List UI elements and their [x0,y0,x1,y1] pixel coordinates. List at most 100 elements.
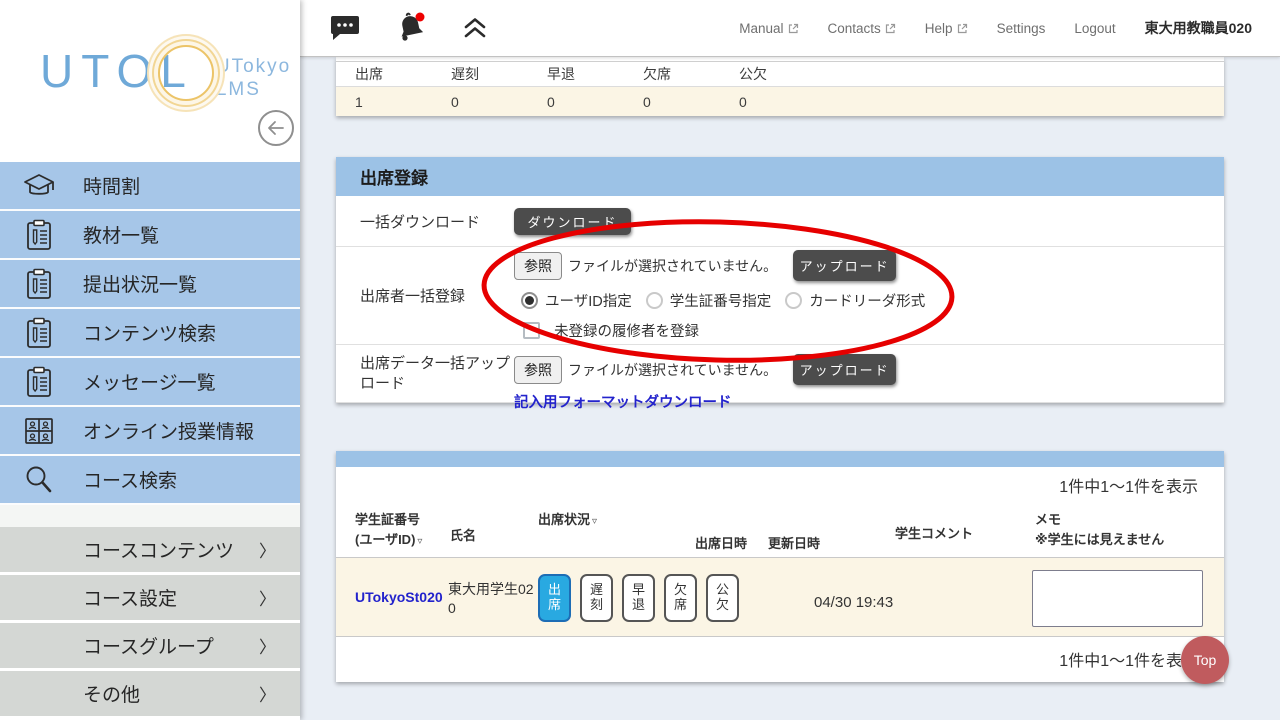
summary-value-row: 1 0 0 0 0 [336,87,1224,116]
manual-link[interactable]: Manual [739,21,798,36]
clipboard-icon [21,268,57,300]
sidebar-item-timetable[interactable]: 時間割 [0,162,300,211]
memo-textarea[interactable] [1032,570,1203,627]
bell-icon [401,12,425,41]
data-bulk-upload-label: 出席データ一括アップロード [360,355,511,393]
sidebar: UTOL UTokyo LMS 時間割 教材一覧 提出状況一覧 コンテンツ検索 … [0,0,300,720]
radio-user-id[interactable] [521,292,538,309]
bulk-download-row: 一括ダウンロード ダウンロード [336,196,1224,247]
summary-value: 0 [451,93,459,110]
table-header-strip [336,451,1224,467]
sidebar-item-others[interactable]: その他 〉 [0,671,300,719]
student-id-link[interactable]: UTokyoSt020 [355,589,443,605]
logout-link[interactable]: Logout [1074,21,1115,36]
column-header-name: 氏名 [450,528,477,543]
status-button-absent[interactable]: 欠席 [664,574,697,622]
column-header-attend-time: 出席日時 [695,536,748,551]
column-header-student-id[interactable]: 学生証番号 (ユーザID) ▿ [355,510,422,550]
main-content: 出席 遅刻 早退 欠席 公欠 1 0 0 0 0 出席登録 一括ダウンロード ダ… [300,57,1280,720]
attendance-summary-table: 出席 遅刻 早退 欠席 公欠 1 0 0 0 0 [336,57,1224,116]
scroll-to-top-button[interactable]: Top [1181,636,1229,684]
double-chevron-up-icon [464,18,486,38]
utol-logo: UTOL [40,45,214,101]
attendance-register-card: 出席登録 一括ダウンロード ダウンロード 出席者一括登録 参照 ファイルが選択さ… [336,157,1224,411]
sidebar-item-course-settings[interactable]: コース設定 〉 [0,575,300,623]
topbar: Manual Contacts Help Settings Logout 東大用… [300,0,1280,57]
summary-header: 遅刻 [451,66,479,82]
clipboard-icon [21,317,57,349]
column-header-student-comment: 学生コメント [895,526,974,541]
status-button-early-leave[interactable]: 早退 [622,574,655,622]
section-title: 出席登録 [360,169,428,188]
clipboard-icon [21,366,57,398]
sidebar-item-course-search[interactable]: コース検索 [0,456,300,505]
logo-rings-decoration [158,45,214,101]
register-unregistered-checkbox[interactable] [523,322,540,339]
sidebar-item-online-class-info[interactable]: オンライン授業情報 [0,407,300,456]
section-header: 出席登録 [336,157,1224,196]
upload-button[interactable]: アップロード [793,354,897,385]
no-file-selected-text: ファイルが選択されていません。 [568,361,778,378]
summary-header: 早退 [547,66,575,82]
student-row: UTokyoSt020 東大用学生020 出席 遅刻 早退 欠席 公欠 04/3… [336,558,1224,637]
settings-link[interactable]: Settings [997,21,1046,36]
status-button-excused[interactable]: 公欠 [706,574,739,622]
summary-value: 0 [739,93,747,110]
radio-card-reader-format[interactable] [785,292,803,309]
column-header-memo: メモ ※学生には見えません [1035,512,1165,548]
students-table-card: 1件中1〜1件を表示 学生証番号 (ユーザID) ▿ 氏名 出席状況 ▿ 出席日時 … [336,451,1224,682]
chat-button[interactable] [330,14,360,42]
external-link-icon [885,23,895,33]
browse-file-button[interactable]: 参照 [514,251,562,280]
search-icon [21,464,57,496]
clipboard-icon [21,219,57,251]
summary-value: 0 [547,93,555,110]
arrow-left-icon [268,121,284,135]
help-link[interactable]: Help [925,21,968,36]
sidebar-item-course-group[interactable]: コースグループ 〉 [0,623,300,671]
sidebar-divider [0,505,300,527]
attendee-bulk-register-label: 出席者一括登録 [360,288,466,305]
notifications-button[interactable] [394,11,428,45]
chevron-right-icon: 〉 [259,590,276,609]
bulk-download-label: 一括ダウンロード [360,213,481,231]
status-button-present[interactable]: 出席 [538,574,571,622]
result-count-bottom: 1件中1〜1件を表示 [1059,653,1198,670]
sidebar-collapse-button[interactable] [258,110,294,146]
browse-file-button[interactable]: 参照 [514,355,562,384]
result-count-top: 1件中1〜1件を表示 [1059,479,1198,496]
sidebar-item-submission-status[interactable]: 提出状況一覧 [0,260,300,309]
update-time-value: 04/30 19:43 [814,594,894,611]
chat-bubble-icon [331,16,359,40]
sidebar-item-course-contents[interactable]: コースコンテンツ 〉 [0,527,300,575]
upload-button[interactable]: アップロード [793,250,897,281]
status-button-late[interactable]: 遅刻 [580,574,613,622]
online-class-icon [21,416,57,446]
format-download-link[interactable]: 記入用フォーマットダウンロード [514,391,732,412]
download-button[interactable]: ダウンロード [514,207,631,235]
sidebar-item-content-search[interactable]: コンテンツ検索 [0,309,300,358]
summary-header: 公欠 [739,66,767,82]
chevron-right-icon: 〉 [259,638,276,657]
user-name: 東大用教職員020 [1144,20,1252,36]
sidebar-item-messages[interactable]: メッセージ一覧 [0,358,300,407]
sidebar-item-materials[interactable]: 教材一覧 [0,211,300,260]
summary-header-row: 出席 遅刻 早退 欠席 公欠 [336,61,1224,87]
summary-header: 欠席 [643,66,671,82]
attendee-bulk-register-row: 出席者一括登録 参照 ファイルが選択されていません。 アップロード ユーザID指… [336,247,1224,345]
column-header-update-time: 更新日時 [768,536,821,551]
summary-value: 0 [643,93,651,110]
collapse-topbar-button[interactable] [462,15,488,41]
radio-student-card-number[interactable] [645,292,663,309]
chevron-right-icon: 〉 [259,542,276,561]
column-header-status[interactable]: 出席状況 ▿ [538,510,597,530]
notification-badge [415,12,425,22]
contacts-link[interactable]: Contacts [828,21,896,36]
summary-value: 1 [355,93,363,110]
logo-subtitle: UTokyo LMS [215,56,292,100]
summary-header: 出席 [355,66,383,82]
external-link-icon [957,23,967,33]
external-link-icon [788,23,798,33]
graduation-cap-icon [21,171,57,201]
sort-icon: ▿ [592,516,598,527]
